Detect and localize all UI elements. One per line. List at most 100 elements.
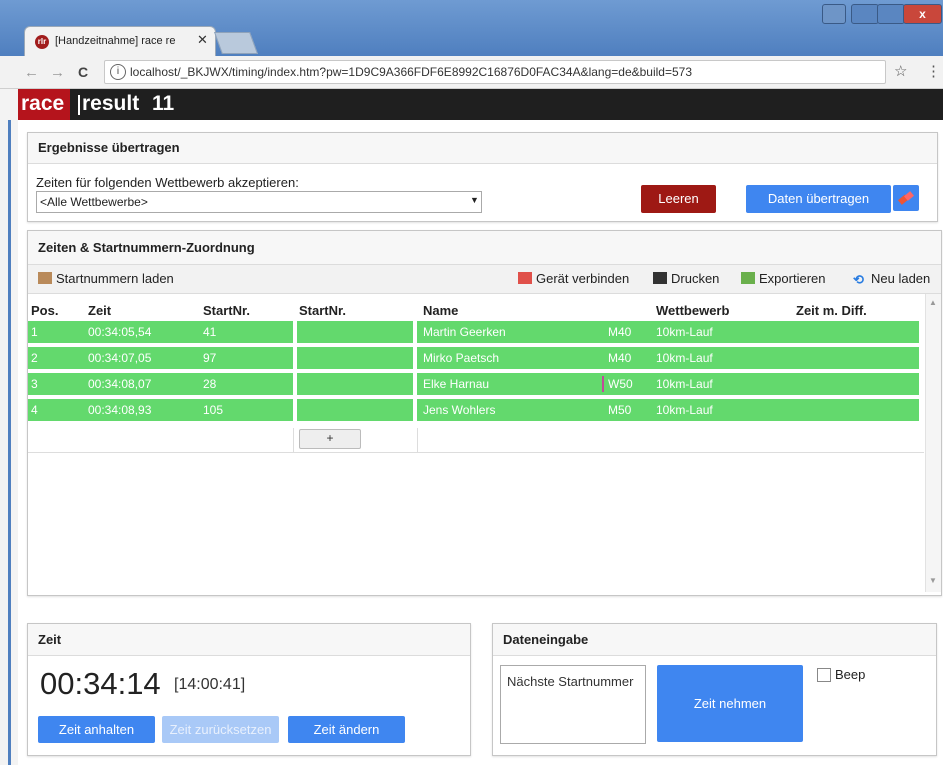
user-profile-button[interactable] (822, 4, 846, 24)
reload-icon[interactable]: C (78, 64, 88, 80)
export-label: Exportieren (759, 271, 826, 286)
cell-pos: 2 (31, 351, 38, 365)
print-label: Drucken (671, 271, 720, 286)
tab-title: [Handzeitnahme] race re (55, 35, 176, 47)
cell-contest: 10km-Lauf (656, 325, 713, 339)
cell-bib: 28 (203, 377, 217, 391)
maximize-button[interactable] (877, 4, 905, 24)
cell-time: 00:34:07,05 (88, 351, 152, 365)
export-button[interactable]: Exportieren (741, 271, 825, 286)
table-row[interactable]: 3 00:34:08,07 28 Elke Harnau W50 10km-La… (28, 373, 919, 395)
assignment-panel: Zeiten & Startnummern-Zuordnung Startnum… (27, 230, 942, 596)
stop-time-button[interactable]: Zeit anhalten (38, 716, 155, 743)
column-separator (293, 321, 297, 428)
col-header-name: Name (423, 303, 459, 318)
cell-pos: 1 (31, 325, 38, 339)
tab-close-icon[interactable]: ✕ (197, 32, 208, 48)
back-arrow-icon[interactable]: ← (24, 64, 39, 81)
col-header-bib-2: StartNr. (299, 303, 346, 318)
take-time-button[interactable]: Zeit nehmen (657, 665, 803, 742)
cell-contest: 10km-Lauf (656, 377, 713, 391)
connect-device-button[interactable]: Gerät verbinden (518, 271, 629, 286)
address-bar: ← → C i localhost/_BKJWX/timing/index.ht… (0, 56, 943, 89)
export-icon (741, 272, 755, 284)
url-input[interactable]: i localhost/_BKJWX/timing/index.htm?pw=1… (104, 60, 886, 84)
browser-titlebar: x rlr [Handzeitnahme] race re ✕ (0, 0, 943, 57)
assignment-panel-title: Zeiten & Startnummern-Zuordnung (28, 231, 941, 265)
reset-time-button[interactable]: Zeit zurücksetzen (162, 716, 279, 743)
assignment-toolbar: Startnummern laden Gerät verbinden Druck… (28, 265, 941, 294)
new-tab-button[interactable] (213, 32, 259, 54)
close-window-button[interactable]: x (903, 4, 942, 24)
cell-name: Mirko Paetsch (423, 351, 500, 365)
minimize-button[interactable] (851, 4, 879, 24)
cell-name: Jens Wohlers (423, 403, 496, 417)
change-time-button[interactable]: Zeit ändern (288, 716, 405, 743)
col-header-time: Zeit (88, 303, 112, 318)
col-header-time-diff: Zeit m. Diff. (796, 303, 867, 318)
table-scrollbar[interactable]: ▲ ▼ (925, 294, 941, 592)
favicon-icon: rlr (35, 35, 49, 49)
col-header-bib: StartNr. (203, 303, 250, 318)
elapsed-time: 00:34:14 (40, 666, 161, 701)
cell-bib: 97 (203, 351, 217, 365)
reload-label: Neu laden (871, 271, 931, 286)
refresh-icon: ⟲ (853, 272, 864, 287)
cell-contest: 10km-Lauf (656, 351, 713, 365)
next-bib-input[interactable]: Nächste Startnummer (500, 665, 646, 744)
cell-group: M40 (608, 325, 632, 339)
add-bib-button[interactable]: + (299, 429, 361, 449)
info-icon[interactable]: i (110, 64, 126, 80)
beep-label: Beep (835, 667, 866, 682)
next-bib-placeholder: Nächste Startnummer (507, 674, 634, 689)
contest-select[interactable]: <Alle Wettbewerbe> ▼ (36, 191, 482, 213)
brand-version: 11 (152, 92, 175, 115)
transfer-data-button[interactable]: Daten übertragen (746, 185, 891, 213)
cell-time: 00:34:05,54 (88, 325, 152, 339)
scroll-up-icon[interactable]: ▲ (929, 298, 937, 307)
contest-select-value: <Alle Wettbewerbe> (40, 195, 148, 209)
brand-divider (78, 95, 80, 115)
cell-name: Elke Harnau (423, 377, 490, 391)
table-row[interactable]: 2 00:34:07,05 97 Mirko Paetsch M40 10km-… (28, 347, 919, 369)
reload-button[interactable]: ⟲ Neu laden (853, 271, 931, 287)
data-entry-panel-title: Dateneingabe (493, 624, 936, 656)
connection-plug-button[interactable] (893, 185, 919, 211)
plug-icon (898, 191, 914, 205)
cell-time: 00:34:08,07 (88, 377, 152, 391)
scroll-down-icon[interactable]: ▼ (929, 576, 937, 585)
clock-time: [14:00:41] (174, 676, 246, 693)
table-row[interactable]: 4 00:34:08,93 105 Jens Wohlers M50 10km-… (28, 399, 919, 421)
cell-pos: 4 (31, 403, 38, 417)
print-button[interactable]: Drucken (653, 271, 719, 286)
cell-bib: 105 (203, 403, 224, 417)
cell-contest: 10km-Lauf (656, 403, 713, 417)
load-bibs-label: Startnummern laden (56, 271, 174, 286)
cell-bib: 41 (203, 325, 217, 339)
time-panel: Zeit 00:34:14 [14:00:41] Zeit anhalten Z… (27, 623, 471, 756)
transfer-panel: Ergebnisse übertragen Zeiten für folgend… (27, 132, 938, 222)
url-text: localhost/_BKJWX/timing/index.htm?pw=1D9… (130, 65, 693, 79)
beep-checkbox[interactable] (817, 668, 831, 682)
column-separator (293, 428, 294, 453)
cell-time: 00:34:08,93 (88, 403, 152, 417)
row-marker (602, 376, 604, 392)
brand-result: result (82, 92, 140, 115)
browser-tab[interactable]: rlr [Handzeitnahme] race re ✕ (24, 26, 216, 57)
bookmark-star-icon[interactable]: ☆ (894, 62, 907, 80)
load-icon (38, 272, 52, 284)
transfer-panel-title: Ergebnisse übertragen (28, 133, 937, 164)
forward-arrow-icon[interactable]: → (50, 64, 65, 81)
data-entry-panel: Dateneingabe Nächste Startnummer Zeit ne… (492, 623, 937, 756)
cell-group: M50 (608, 403, 632, 417)
clear-button[interactable]: Leeren (641, 185, 716, 213)
printer-icon (653, 272, 667, 284)
column-separator (417, 428, 418, 453)
browser-menu-icon[interactable]: ⋮ (926, 62, 941, 80)
col-header-pos: Pos. (31, 303, 59, 318)
col-header-contest: Wettbewerb (656, 303, 730, 318)
table-row[interactable]: 1 00:34:05,54 41 Martin Geerken M40 10km… (28, 321, 919, 343)
load-bibs-button[interactable]: Startnummern laden (38, 271, 174, 286)
contest-filter-label: Zeiten für folgenden Wettbewerb akzeptie… (36, 175, 299, 190)
chevron-down-icon: ▼ (470, 195, 479, 205)
